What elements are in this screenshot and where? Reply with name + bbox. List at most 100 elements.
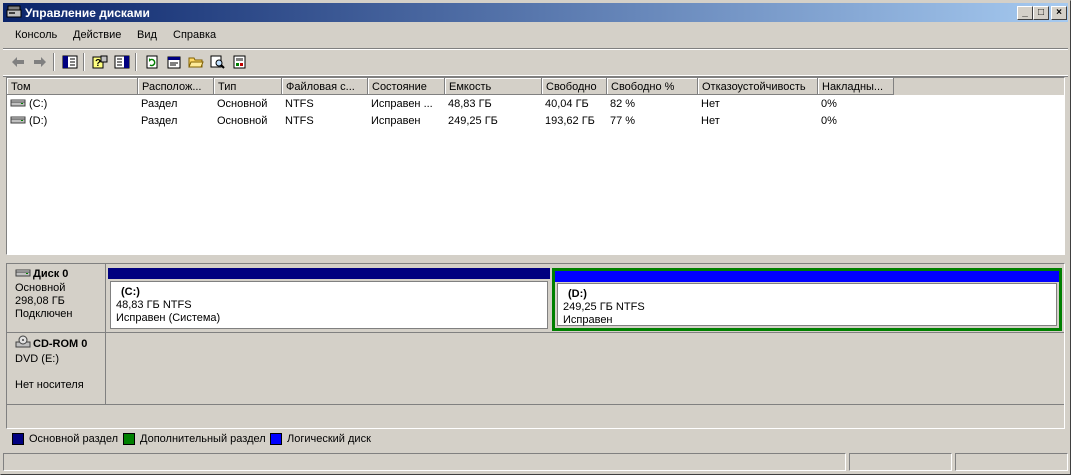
disk-size bbox=[15, 366, 105, 379]
pane-splitter[interactable] bbox=[6, 255, 1065, 260]
status-pane-main bbox=[3, 453, 846, 471]
hard-disk-icon bbox=[10, 97, 26, 112]
disk-info-disk0[interactable]: Диск 0 Основной 298,08 ГБ Подключен bbox=[7, 264, 106, 332]
show-hide-console-tree-icon bbox=[62, 55, 78, 69]
cell-fault-tolerance: Нет bbox=[701, 115, 720, 127]
refresh-button[interactable] bbox=[143, 53, 161, 71]
partition-status: Исправен (Система) bbox=[116, 312, 221, 324]
title-bar[interactable]: Управление дисками _ □ × bbox=[3, 3, 1068, 22]
help-icon: ? bbox=[92, 55, 108, 69]
disk-graph-view: Диск 0 Основной 298,08 ГБ Подключен (C:)… bbox=[6, 263, 1065, 429]
partition-label: (D:) bbox=[568, 288, 587, 300]
search-button[interactable] bbox=[209, 53, 227, 71]
action-pane-button[interactable] bbox=[113, 53, 131, 71]
cell-status: Исправен bbox=[371, 115, 421, 127]
legend-swatch bbox=[123, 433, 135, 445]
disk-kind: Основной bbox=[15, 282, 66, 294]
status-bar bbox=[3, 453, 1068, 473]
export-icon bbox=[233, 55, 246, 69]
back-button[interactable] bbox=[9, 53, 27, 71]
column-header-volume[interactable]: Том bbox=[7, 78, 138, 95]
column-header-filesystem[interactable]: Файловая с... bbox=[282, 78, 368, 95]
back-icon bbox=[12, 57, 24, 67]
disk-name: CD-ROM 0 bbox=[33, 337, 88, 350]
window-title: Управление дисками bbox=[25, 6, 150, 20]
volume-row[interactable]: (D:) Раздел Основной NTFS Исправен 249,2… bbox=[7, 113, 1064, 130]
column-header-free-percent[interactable]: Свободно % bbox=[607, 78, 698, 95]
toolbar-separator bbox=[83, 53, 85, 71]
column-header-overhead[interactable]: Накладны... bbox=[818, 78, 894, 95]
cell-type: Основной bbox=[217, 115, 268, 127]
logical-drive-bar bbox=[555, 271, 1059, 282]
legend-swatch bbox=[270, 433, 282, 445]
maximize-icon: □ bbox=[1037, 7, 1045, 18]
cell-volume: (D:) bbox=[29, 115, 48, 127]
menu-console[interactable]: Консоль bbox=[15, 29, 57, 41]
cell-layout: Раздел bbox=[141, 115, 178, 127]
minimize-icon: _ bbox=[1022, 7, 1028, 18]
forward-icon bbox=[34, 57, 46, 67]
cell-capacity: 249,25 ГБ bbox=[448, 115, 498, 127]
cell-layout: Раздел bbox=[141, 98, 178, 110]
column-header-fault-tolerance[interactable]: Отказоустойчивость bbox=[698, 78, 818, 95]
menu-help[interactable]: Справка bbox=[173, 29, 216, 41]
open-button[interactable] bbox=[187, 53, 205, 71]
cell-status: Исправен ... bbox=[371, 98, 433, 110]
close-icon: × bbox=[1056, 7, 1062, 18]
menu-view[interactable]: Вид bbox=[137, 29, 157, 41]
cell-filesystem: NTFS bbox=[285, 98, 314, 110]
toolbar-separator bbox=[53, 53, 55, 71]
hard-disk-icon bbox=[10, 114, 26, 129]
search-icon bbox=[210, 55, 225, 69]
cell-type: Основной bbox=[217, 98, 268, 110]
column-header-type[interactable]: Тип bbox=[214, 78, 282, 95]
cell-free: 40,04 ГБ bbox=[545, 98, 589, 110]
partition-c[interactable]: (C:) 48,83 ГБ NTFS Исправен (Система) bbox=[108, 268, 550, 331]
cell-free: 193,62 ГБ bbox=[545, 115, 595, 127]
column-header-free[interactable]: Свободно bbox=[542, 78, 607, 95]
menu-action[interactable]: Действие bbox=[73, 29, 121, 41]
status-pane-3 bbox=[955, 453, 1068, 471]
partition-c-body: (C:) 48,83 ГБ NTFS Исправен (Система) bbox=[110, 281, 548, 329]
disk-row-disk0[interactable]: Диск 0 Основной 298,08 ГБ Подключен (C:)… bbox=[7, 264, 1064, 333]
partition-d-body: (D:) 249,25 ГБ NTFS Исправен bbox=[557, 283, 1057, 326]
column-header-status[interactable]: Состояние bbox=[368, 78, 445, 95]
disk-state: Нет носителя bbox=[15, 379, 84, 391]
legend-swatch bbox=[12, 433, 24, 445]
legend-item: Дополнительный раздел bbox=[123, 433, 266, 445]
cell-capacity: 48,83 ГБ bbox=[448, 98, 492, 110]
show-hide-action-pane-icon bbox=[114, 55, 130, 69]
partition-status: Исправен bbox=[563, 314, 613, 326]
disk-row-cdrom0[interactable]: CD-ROM 0 DVD (E:) Нет носителя bbox=[7, 333, 1064, 405]
help-button[interactable]: ? bbox=[91, 53, 109, 71]
open-folder-icon bbox=[188, 57, 204, 68]
hard-disk-icon bbox=[15, 266, 31, 282]
cell-fault-tolerance: Нет bbox=[701, 98, 720, 110]
volume-row[interactable]: (C:) Раздел Основной NTFS Исправен ... 4… bbox=[7, 96, 1064, 113]
minimize-button[interactable]: _ bbox=[1017, 6, 1033, 20]
status-pane-2 bbox=[849, 453, 952, 471]
legend-item: Логический диск bbox=[270, 433, 371, 445]
cd-rom-icon bbox=[15, 335, 31, 353]
maximize-button[interactable]: □ bbox=[1033, 6, 1049, 20]
disk-name: Диск 0 bbox=[33, 267, 69, 280]
close-button[interactable]: × bbox=[1051, 6, 1067, 20]
console-tree-button[interactable] bbox=[61, 53, 79, 71]
cell-volume: (C:) bbox=[29, 98, 48, 110]
disk-info-cdrom0[interactable]: CD-ROM 0 DVD (E:) Нет носителя bbox=[7, 333, 106, 404]
refresh-icon bbox=[146, 55, 158, 69]
properties-icon bbox=[167, 56, 181, 69]
forward-button[interactable] bbox=[31, 53, 49, 71]
disk-kind: DVD (E:) bbox=[15, 353, 59, 365]
column-header-capacity[interactable]: Емкость bbox=[445, 78, 542, 95]
cell-filesystem: NTFS bbox=[285, 115, 314, 127]
export-button[interactable] bbox=[231, 53, 249, 71]
primary-partition-bar bbox=[108, 268, 550, 279]
volume-list[interactable]: Том Располож... Тип Файловая с... Состоя… bbox=[6, 77, 1065, 255]
legend-label: Дополнительный раздел bbox=[140, 433, 266, 445]
disk-management-window: Управление дисками _ □ × Консоль Действи… bbox=[0, 0, 1071, 475]
partition-d-selected[interactable]: (D:) 249,25 ГБ NTFS Исправен bbox=[552, 268, 1062, 331]
cell-overhead: 0% bbox=[821, 115, 837, 127]
column-header-layout[interactable]: Располож... bbox=[138, 78, 214, 95]
properties-button[interactable] bbox=[165, 53, 183, 71]
